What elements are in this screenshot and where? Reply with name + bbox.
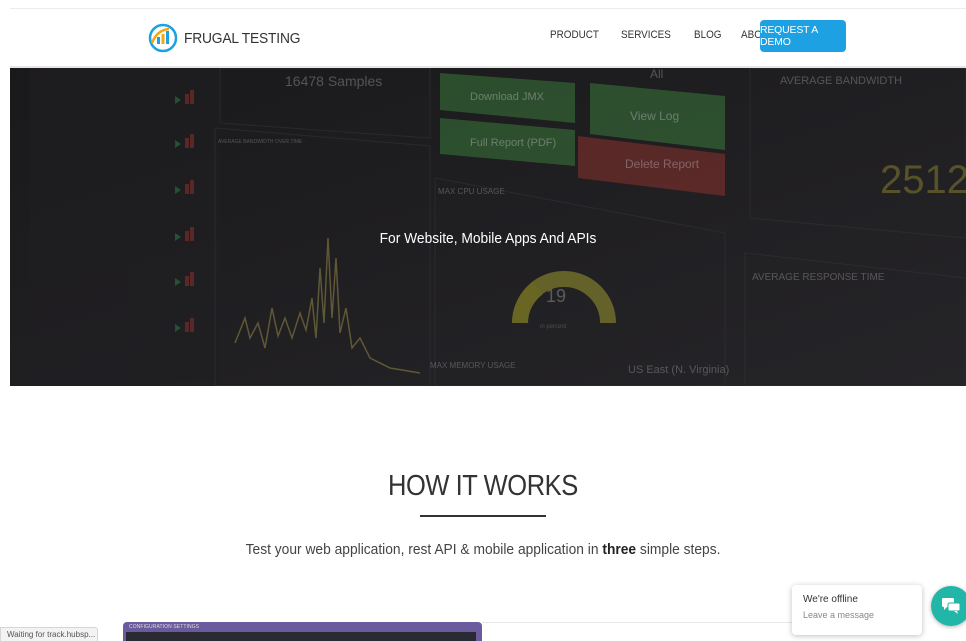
section-title: HOW IT WORKS [388, 470, 578, 502]
hero-title: For Website, Mobile Apps And APIs [379, 230, 597, 247]
logo-text: FRUGAL TESTING [184, 29, 301, 47]
site-header: FRUGAL TESTING PRODUCT SERVICES BLOG ABO… [10, 8, 966, 68]
subtitle-text-end: simple steps. [636, 541, 721, 558]
request-demo-button[interactable]: REQUEST A DEMO [760, 20, 846, 52]
logo[interactable]: FRUGAL TESTING [147, 22, 310, 54]
subtitle-text-start: Test your web application, rest API & mo… [245, 541, 603, 558]
nav-product[interactable]: PRODUCT [550, 29, 599, 41]
chat-launcher-button[interactable] [931, 586, 966, 626]
hero-banner: 19 in percent 16478 Samples Download JMX… [10, 68, 966, 386]
preview-screen [126, 632, 476, 641]
chat-status: We're offline [803, 594, 858, 605]
browser-status-bar: Waiting for track.hubsp... [0, 627, 98, 641]
section-subtitle: Test your web application, rest API & mo… [0, 541, 966, 558]
chat-leave-message[interactable]: Leave a message [803, 610, 922, 620]
how-it-works-section: HOW IT WORKS [0, 470, 966, 517]
nav-services[interactable]: SERVICES [621, 29, 671, 41]
preview-label: CONFIGURATION SETTINGS [129, 624, 200, 630]
step-preview-image: CONFIGURATION SETTINGS [123, 622, 482, 641]
nav-blog[interactable]: BLOG [694, 29, 722, 41]
chat-offline-card[interactable]: We're offline Leave a message [792, 585, 922, 635]
chat-bubble-icon [942, 598, 961, 614]
logo-icon [147, 22, 179, 54]
title-divider [420, 515, 546, 517]
hero-overlay [10, 68, 966, 386]
subtitle-emphasis: three [602, 541, 637, 558]
